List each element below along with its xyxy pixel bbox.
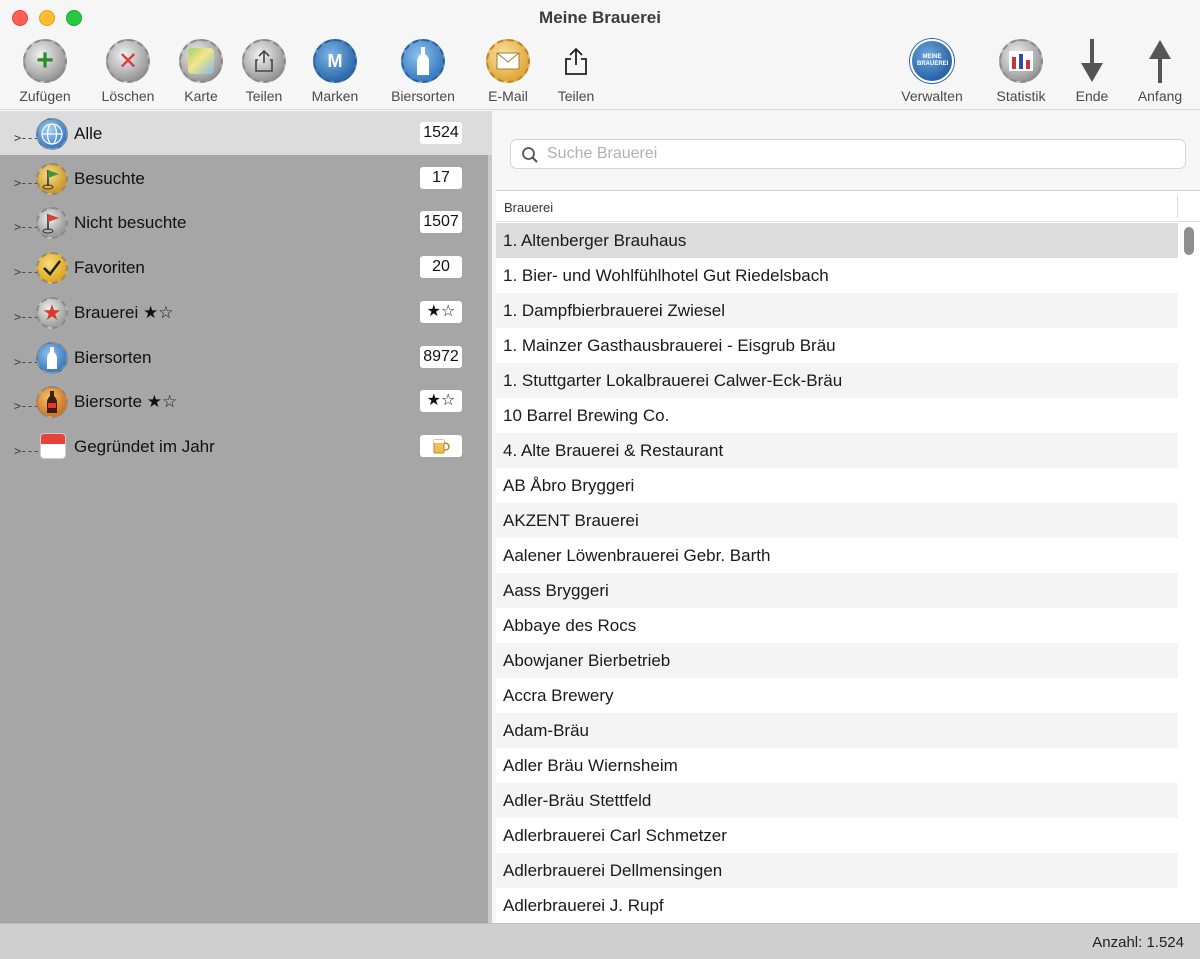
table-row[interactable]: Adlerbrauerei J. Rupf [496, 888, 1178, 923]
rating-badge: ★☆ [420, 301, 462, 323]
share-button[interactable]: Teilen [240, 38, 288, 108]
beer-mug-badge [420, 435, 462, 457]
not-visited-flag-icon [36, 207, 68, 239]
table-row[interactable]: 1. Mainzer Gasthausbrauerei - Eisgrub Br… [496, 328, 1178, 363]
app-window: Meine Brauerei + Zufügen ✕ Löschen Karte… [0, 0, 1200, 959]
disclosure-icon[interactable]: >--- [14, 444, 40, 458]
manage-button[interactable]: MEINE BRAUEREI Verwalten [894, 38, 970, 108]
main-panel: Brauerei 1. Altenberger Brauhaus 1. Bier… [496, 111, 1200, 923]
table-row[interactable]: Aalener Löwenbrauerei Gebr. Barth [496, 538, 1178, 573]
table-row[interactable]: Aass Bryggeri [496, 573, 1178, 608]
brands-button[interactable]: M Marken [305, 38, 365, 108]
arrow-up-icon [1149, 40, 1171, 83]
table-row[interactable]: Adler Bräu Wiernsheim [496, 748, 1178, 783]
table-row[interactable]: AKZENT Brauerei [496, 503, 1178, 538]
delete-icon: ✕ [106, 39, 150, 83]
count-badge: 20 [420, 256, 462, 278]
bottle-icon [401, 39, 445, 83]
status-bar: Anzahl: 1.524 [0, 923, 1200, 959]
end-button[interactable]: Ende [1070, 38, 1114, 108]
map-button[interactable]: Karte [176, 38, 226, 108]
share-icon [242, 39, 286, 83]
sidebar-item-alle[interactable]: >--- Alle 1524 [0, 111, 492, 155]
sidebar: >--- Alle 1524 >--- Besuchte 17 >--- Nic… [0, 111, 492, 923]
table-row[interactable]: Adler-Bräu Stettfeld [496, 783, 1178, 818]
sidebar-item-biersorten[interactable]: >--- Biersorten 8972 [0, 335, 492, 379]
add-button[interactable]: + Zufügen [14, 38, 76, 108]
share-icon [565, 47, 587, 75]
beer-mug-icon [433, 439, 450, 454]
table-row[interactable]: 4. Alte Brauerei & Restaurant [496, 433, 1178, 468]
rating-badge: ★☆ [420, 390, 462, 412]
table-row[interactable]: AB Åbro Bryggeri [496, 468, 1178, 503]
bottle-icon [36, 342, 68, 374]
add-icon: + [23, 39, 67, 83]
beer-types-button[interactable]: Biersorten [383, 38, 463, 108]
scrollbar-thumb[interactable] [1184, 227, 1194, 255]
table-row[interactable]: Adlerbrauerei Dellmensingen [496, 853, 1178, 888]
checkmark-icon [36, 252, 68, 284]
window-title: Meine Brauerei [539, 8, 661, 27]
email-button[interactable]: E-Mail [482, 38, 534, 108]
share-button-2[interactable]: Teilen [552, 38, 600, 108]
manage-icon: MEINE BRAUEREI [910, 39, 954, 83]
sidebar-item-gegruendet[interactable]: >--- Gegründet im Jahr [0, 424, 492, 468]
sidebar-item-besuchte[interactable]: >--- Besuchte 17 [0, 156, 492, 200]
statistics-icon [999, 39, 1043, 83]
sidebar-item-brauerei-rating[interactable]: >--- ★ Brauerei ★☆ ★☆ [0, 290, 492, 334]
search-icon [522, 147, 538, 163]
star-icon: ★ [36, 297, 68, 329]
search-field[interactable] [510, 139, 1186, 169]
visited-flag-icon [36, 163, 68, 195]
sidebar-item-favoriten[interactable]: >--- Favoriten 20 [0, 245, 492, 289]
brewery-list: 1. Altenberger Brauhaus 1. Bier- und Woh… [496, 223, 1178, 923]
start-button[interactable]: Anfang [1132, 38, 1188, 108]
column-header-brauerei[interactable]: Brauerei [496, 192, 1200, 222]
column-divider [1177, 196, 1178, 218]
arrow-down-icon [1081, 39, 1103, 82]
brand-icon: M [313, 39, 357, 83]
table-row[interactable]: 10 Barrel Brewing Co. [496, 398, 1178, 433]
table-row[interactable]: Abbaye des Rocs [496, 608, 1178, 643]
count-badge: 1524 [420, 122, 462, 144]
mail-icon [486, 39, 530, 83]
table-row[interactable]: Accra Brewery [496, 678, 1178, 713]
count-badge: 17 [420, 167, 462, 189]
table-row[interactable]: Abowjaner Bierbetrieb [496, 643, 1178, 678]
sidebar-item-biersorte-rating[interactable]: >--- Biersorte ★☆ ★☆ [0, 379, 492, 423]
sidebar-item-nicht-besuchte[interactable]: >--- Nicht besuchte 1507 [0, 200, 492, 244]
table-row[interactable]: 1. Dampfbierbrauerei Zwiesel [496, 293, 1178, 328]
table-row[interactable]: 1. Altenberger Brauhaus [496, 223, 1178, 258]
table-row[interactable]: 1. Bier- und Wohlfühlhotel Gut Riedelsba… [496, 258, 1178, 293]
statistics-button[interactable]: Statistik [988, 38, 1054, 108]
toolbar: Meine Brauerei + Zufügen ✕ Löschen Karte… [0, 0, 1200, 110]
table-row[interactable]: 1. Stuttgarter Lokalbrauerei Calwer-Eck-… [496, 363, 1178, 398]
calendar-icon [40, 433, 66, 459]
count-badge: 1507 [420, 211, 462, 233]
search-input[interactable] [547, 144, 1177, 164]
globe-icon [36, 118, 68, 150]
map-icon [179, 39, 223, 83]
beer-bottle-icon [36, 386, 68, 418]
table-row[interactable]: Adlerbrauerei Carl Schmetzer [496, 818, 1178, 853]
delete-button[interactable]: ✕ Löschen [97, 38, 159, 108]
search-area [496, 111, 1200, 191]
record-count: Anzahl: 1.524 [1092, 934, 1184, 951]
table-row[interactable]: Adam-Bräu [496, 713, 1178, 748]
count-badge: 8972 [420, 346, 462, 368]
